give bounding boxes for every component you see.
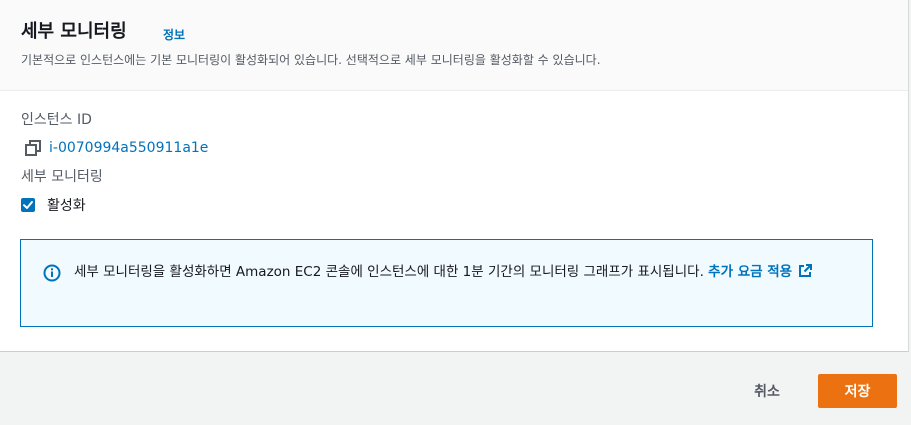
info-alert: 세부 모니터링을 활성화하면 Amazon EC2 콘솔에 인스턴스에 대한 1…: [20, 239, 873, 327]
instance-id-label: 인스턴스 ID: [21, 112, 92, 128]
panel-description: 기본적으로 인스턴스에는 기본 모니터링이 활성화되어 있습니다. 선택적으로 …: [21, 53, 601, 67]
external-link-icon: [797, 263, 813, 279]
alert-text: 세부 모니터링을 활성화하면 Amazon EC2 콘솔에 인스턴스에 대한 1…: [74, 264, 709, 280]
enable-monitoring-label: 활성화: [47, 198, 86, 214]
info-icon: [43, 264, 61, 282]
enable-monitoring-option[interactable]: 활성화: [21, 196, 86, 214]
enable-monitoring-checkbox[interactable]: [21, 198, 35, 212]
additional-charges-link-text: 추가 요금 적용: [708, 264, 793, 280]
save-button[interactable]: 저장: [818, 374, 897, 408]
cancel-button[interactable]: 취소: [736, 374, 798, 408]
instance-id-row: i-0070994a550911a1e: [24, 138, 208, 158]
additional-charges-link[interactable]: 추가 요금 적용: [708, 264, 813, 280]
alert-message: 세부 모니터링을 활성화하면 Amazon EC2 콘솔에 인스턴스에 대한 1…: [74, 260, 844, 285]
panel-header: 세부 모니터링 정보 기본적으로 인스턴스에는 기본 모니터링이 활성화되어 있…: [0, 0, 908, 91]
instance-id-value: i-0070994a550911a1e: [49, 140, 209, 156]
detailed-monitoring-label: 세부 모니터링: [21, 169, 103, 185]
info-link[interactable]: 정보: [163, 26, 185, 43]
check-icon: [23, 201, 33, 209]
detailed-monitoring-panel: 세부 모니터링 정보 기본적으로 인스턴스에는 기본 모니터링이 활성화되어 있…: [0, 0, 909, 352]
copy-icon[interactable]: [24, 139, 42, 157]
panel-title: 세부 모니터링: [21, 21, 127, 42]
